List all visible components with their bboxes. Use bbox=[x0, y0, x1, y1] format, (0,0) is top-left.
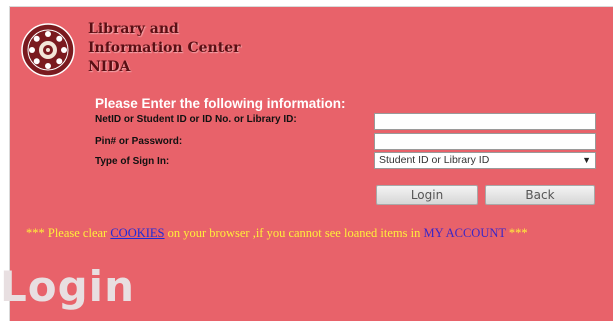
chevron-down-icon: ▼ bbox=[582, 155, 591, 165]
brand-line-2: Information Center bbox=[88, 40, 241, 56]
pin-input[interactable] bbox=[374, 133, 596, 150]
brand-line-3: NIDA bbox=[88, 59, 131, 75]
form-prompt: Please Enter the following information: bbox=[95, 96, 346, 111]
brand-line-1: Library and bbox=[88, 21, 179, 37]
sign-in-type-select[interactable]: Student ID or Library ID ▼ bbox=[374, 152, 596, 169]
login-button[interactable]: Login bbox=[376, 185, 478, 205]
id-label: NetID or Student ID or ID No. or Library… bbox=[95, 114, 297, 125]
notice-middle: on your browser ,if you cannot see loane… bbox=[167, 226, 421, 240]
notice-prefix: *** Please clear bbox=[26, 226, 108, 240]
sign-in-type-value: Student ID or Library ID bbox=[379, 154, 490, 166]
sign-in-type-label: Type of Sign In: bbox=[95, 156, 170, 167]
cookie-notice: *** Please clear COOKIES on your browser… bbox=[26, 226, 613, 241]
my-account-link[interactable]: MY ACCOUNT bbox=[423, 226, 505, 240]
back-button[interactable]: Back bbox=[485, 185, 595, 205]
nida-seal-logo bbox=[21, 23, 75, 77]
cookies-link[interactable]: COOKIES bbox=[110, 226, 164, 240]
pin-label: Pin# or Password: bbox=[95, 136, 183, 147]
notice-suffix: *** bbox=[508, 226, 528, 240]
library-brand: Library and Information Center NIDA bbox=[88, 20, 241, 77]
id-input[interactable] bbox=[374, 113, 596, 130]
page-title: Login bbox=[0, 262, 135, 311]
